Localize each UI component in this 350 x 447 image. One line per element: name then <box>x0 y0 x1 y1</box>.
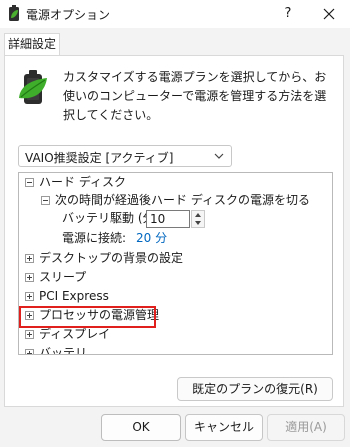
battery-leaf-icon <box>19 70 47 104</box>
intro-text: カスタマイズする電源プランを選択してから、お使いのコンピューターで電源を管理する… <box>63 70 327 122</box>
apply-button[interactable]: 適用(A) <box>267 414 345 441</box>
plugged-in-value[interactable]: 20 分 <box>136 229 167 247</box>
tree-item-label: デスクトップの背景の設定 <box>39 251 184 265</box>
tree-item-desktop-background[interactable]: デスクトップの背景の設定 <box>25 249 325 267</box>
tab-advanced-settings[interactable]: 詳細設定 <box>4 33 60 56</box>
close-icon[interactable] <box>318 3 340 25</box>
restore-defaults-button[interactable]: 既定のプランの復元(R) <box>177 377 333 401</box>
tree-item-plugged-in[interactable]: 電源に接続: 20 分 <box>62 229 262 247</box>
expand-icon[interactable] <box>25 292 34 301</box>
tree-item-label: ディスプレイ <box>39 327 111 341</box>
expand-icon[interactable] <box>25 273 34 282</box>
battery-minutes-input[interactable]: 10 <box>146 210 190 228</box>
expand-icon[interactable] <box>25 349 34 354</box>
power-plan-value: VAIO推奨設定 [アクティブ] <box>25 151 174 165</box>
plugged-in-label: 電源に接続: <box>62 231 127 245</box>
ok-button[interactable]: OK <box>101 414 181 441</box>
tree-item-hdd-timeout[interactable]: 次の時間が経過後ハード ディスクの電源を切る <box>41 191 326 209</box>
help-button[interactable]: ? <box>279 4 297 24</box>
spin-down-icon[interactable] <box>192 219 204 227</box>
collapse-icon[interactable] <box>41 196 50 205</box>
expand-icon[interactable] <box>25 330 34 339</box>
settings-panel: カスタマイズする電源プランを選択してから、お使いのコンピューターで電源を管理する… <box>4 55 344 407</box>
tree-item-label: バッテリ <box>39 346 88 355</box>
window-title: 電源オプション <box>26 8 111 22</box>
tree-item-sleep[interactable]: スリープ <box>25 268 325 286</box>
tree-item-label: 次の時間が経過後ハード ディスクの電源を切る <box>55 193 310 207</box>
tree-item-processor-power[interactable]: プロセッサの電源管理 <box>25 306 325 324</box>
battery-minutes-spinner[interactable] <box>191 210 205 228</box>
tree-item-pci-express[interactable]: PCI Express <box>25 287 325 305</box>
power-plan-select[interactable]: VAIO推奨設定 [アクティブ] <box>18 145 232 167</box>
expand-icon[interactable] <box>25 254 34 263</box>
spin-up-icon[interactable] <box>192 211 204 219</box>
tree-item-battery: バッテリ駆動 (分): 10 <box>62 209 322 229</box>
expand-icon[interactable] <box>25 311 34 320</box>
collapse-icon[interactable] <box>25 178 34 187</box>
chevron-down-icon <box>214 153 224 159</box>
tree-item-label: ハード ディスク <box>39 175 126 189</box>
tree-item-display[interactable]: ディスプレイ <box>25 325 325 343</box>
tree-item-label: スリープ <box>39 270 87 284</box>
settings-tree[interactable]: ハード ディスク 次の時間が経過後ハード ディスクの電源を切る バッテリ駆動 (… <box>18 172 333 355</box>
cancel-button[interactable]: キャンセル <box>185 414 263 441</box>
tree-item-label: PCI Express <box>39 289 109 303</box>
battery-leaf-icon <box>9 5 19 21</box>
tree-item-hard-disk[interactable]: ハード ディスク <box>25 173 325 191</box>
tree-item-battery-settings[interactable]: バッテリ <box>25 344 325 355</box>
title-bar: 電源オプション ? <box>0 0 350 28</box>
tab-strip: 詳細設定 <box>0 28 350 56</box>
tree-item-label: プロセッサの電源管理 <box>39 308 160 322</box>
